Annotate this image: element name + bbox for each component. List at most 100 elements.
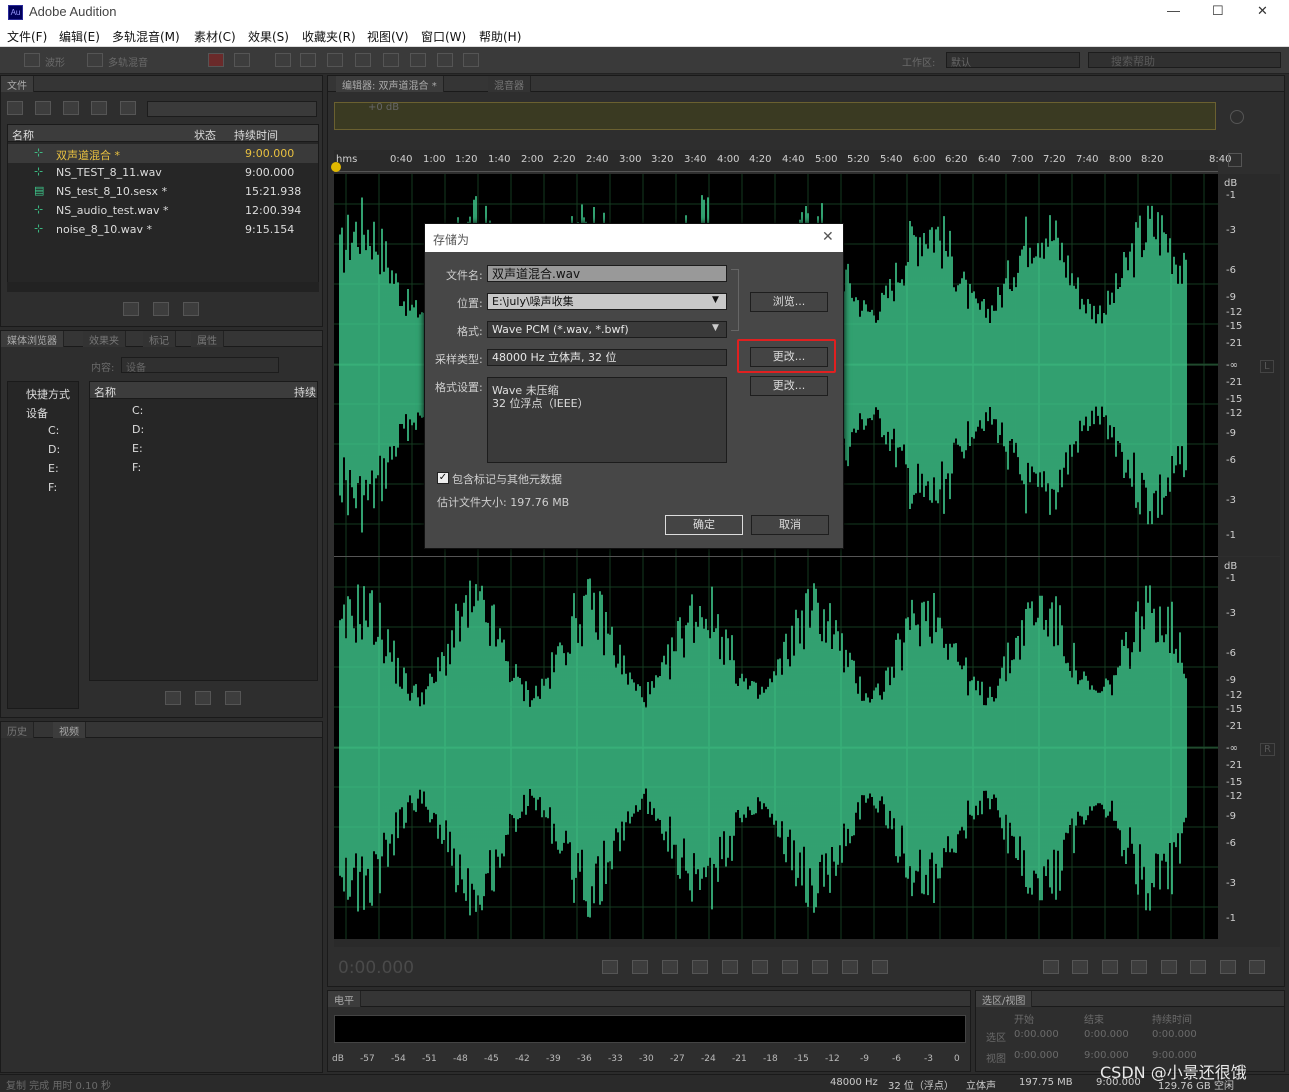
menu-window[interactable]: 窗口(W) <box>421 28 466 45</box>
marquee-tool-icon[interactable] <box>383 53 399 67</box>
format-select[interactable]: Wave PCM (*.wav, *.bwf) <box>487 321 727 338</box>
chevron-down-icon[interactable]: ▼ <box>712 295 719 305</box>
file-search-input[interactable] <box>147 101 317 117</box>
menu-multitrack[interactable]: 多轨混音(M) <box>112 28 180 45</box>
loop-icon[interactable] <box>842 960 858 974</box>
autoplay-icon[interactable] <box>225 691 241 705</box>
tab-media-browser[interactable]: 媒体浏览器 <box>1 331 64 347</box>
tab-levels[interactable]: 电平 <box>328 991 361 1007</box>
play-icon[interactable] <box>165 691 181 705</box>
filename-input[interactable]: 双声道混合.wav <box>487 265 727 282</box>
list-item[interactable]: ⊹ NS_audio_test.wav * 12:00.394 <box>8 201 318 220</box>
menu-effects[interactable]: 效果(S) <box>248 28 289 45</box>
workspace-select[interactable]: 默认 <box>946 52 1080 69</box>
list-item[interactable]: ⊹ noise_8_10.wav * 9:15.154 <box>8 220 318 239</box>
tree-devices[interactable]: 设备 <box>26 405 48 421</box>
minimize-icon[interactable]: — <box>1167 3 1180 18</box>
time-display[interactable]: 0:00.000 <box>338 958 414 978</box>
menu-help[interactable]: 帮助(H) <box>479 28 521 45</box>
zoom-out-time-icon[interactable] <box>1131 960 1147 974</box>
close-icon[interactable]: ✕ <box>1257 3 1268 19</box>
change-sample-type-button[interactable]: 更改... <box>750 347 828 367</box>
go-to-start-icon[interactable] <box>692 960 708 974</box>
channel-label-left[interactable]: L <box>1260 360 1274 373</box>
pause-icon[interactable] <box>662 960 678 974</box>
spectral-red-icon[interactable] <box>208 53 224 67</box>
multitrack-view-button[interactable]: 多轨混音 <box>108 54 148 69</box>
zoom-icon[interactable] <box>1230 110 1244 124</box>
channel-label-right[interactable]: R <box>1260 743 1275 756</box>
tree-drive[interactable]: C: <box>48 424 59 437</box>
tab-effects-rack[interactable]: 效果夹 <box>83 331 126 347</box>
maximize-icon[interactable]: ☐ <box>1212 3 1224 19</box>
brush-tool-icon[interactable] <box>437 53 453 67</box>
tab-files[interactable]: 文件 <box>1 76 34 92</box>
menu-view[interactable]: 视图(V) <box>367 28 409 45</box>
list-item[interactable]: F: <box>132 461 141 474</box>
play-icon[interactable] <box>632 960 648 974</box>
open-file-icon[interactable] <box>7 101 23 115</box>
go-to-end-icon[interactable] <box>782 960 798 974</box>
files-scrollbar[interactable] <box>7 282 319 292</box>
col-status[interactable]: 状态 <box>194 127 216 143</box>
move-tool-icon[interactable] <box>275 53 291 67</box>
loop-icon[interactable] <box>153 302 169 316</box>
loop-icon[interactable] <box>195 691 211 705</box>
menu-favorites[interactable]: 收藏夹(R) <box>302 28 356 45</box>
zoom-in-amplitude-icon[interactable] <box>1043 960 1059 974</box>
selection-duration[interactable]: 0:00.000 <box>1152 1029 1197 1040</box>
zoom-out-amplitude-icon[interactable] <box>1072 960 1088 974</box>
time-selection-icon[interactable] <box>355 53 371 67</box>
tree-shortcuts[interactable]: 快捷方式 <box>26 386 70 402</box>
help-search-input[interactable]: 搜索帮助 <box>1088 52 1281 68</box>
browse-button[interactable]: 浏览... <box>750 292 828 312</box>
selection-end[interactable]: 0:00.000 <box>1084 1029 1129 1040</box>
tab-mixer[interactable]: 混音器 <box>488 76 531 92</box>
tab-properties[interactable]: 属性 <box>191 331 224 347</box>
rewind-icon[interactable] <box>722 960 738 974</box>
record-icon[interactable] <box>812 960 828 974</box>
tab-editor[interactable]: 编辑器: 双声道混合 * <box>336 76 444 92</box>
list-item[interactable]: C: <box>132 404 143 417</box>
chevron-down-icon[interactable]: ▼ <box>712 323 719 333</box>
list-item[interactable]: D: <box>132 423 144 436</box>
tree-drive[interactable]: F: <box>48 481 57 494</box>
menu-file[interactable]: 文件(F) <box>7 28 47 45</box>
view-start[interactable]: 0:00.000 <box>1014 1050 1059 1061</box>
spectral-freq-icon[interactable] <box>234 53 250 67</box>
multitrack-view-icon[interactable] <box>87 53 103 67</box>
skip-icon[interactable] <box>872 960 888 974</box>
overview-strip[interactable] <box>334 102 1216 130</box>
healing-tool-icon[interactable] <box>463 53 479 67</box>
col-duration[interactable]: 持续 <box>294 384 316 400</box>
waveform-right-channel[interactable] <box>334 557 1218 939</box>
list-item[interactable]: ⊹ NS_TEST_8_11.wav 9:00.000 <box>8 163 318 182</box>
zoom-full-icon[interactable] <box>1161 960 1177 974</box>
menu-edit[interactable]: 编辑(E) <box>59 28 100 45</box>
insert-file-icon[interactable] <box>91 101 107 115</box>
zoom-in-time-icon[interactable] <box>1102 960 1118 974</box>
cancel-button[interactable]: 取消 <box>751 515 829 535</box>
col-duration[interactable]: 持续时间 <box>234 127 278 143</box>
list-item[interactable]: ⊹ 双声道混合 * 9:00.000 <box>8 144 318 163</box>
playhead-icon[interactable] <box>331 162 341 172</box>
tab-video[interactable]: 视频 <box>53 722 86 738</box>
tab-selection-view[interactable]: 选区/视图 <box>976 991 1033 1007</box>
dialog-close-icon[interactable]: ✕ <box>822 229 834 245</box>
autoplay-icon[interactable] <box>183 302 199 316</box>
hud-volume[interactable]: +0 dB <box>368 102 399 113</box>
lasso-tool-icon[interactable] <box>410 53 426 67</box>
new-file-icon[interactable] <box>63 101 79 115</box>
waveform-view-button[interactable]: 波形 <box>45 54 65 69</box>
location-select[interactable]: E:\july\噪声收集 <box>487 293 727 310</box>
tree-drive[interactable]: D: <box>48 443 60 456</box>
col-name[interactable]: 名称 <box>94 384 116 400</box>
delete-file-icon[interactable] <box>120 101 136 115</box>
include-markers-label[interactable]: 包含标记与其他元数据 <box>452 471 562 487</box>
razor-tool-icon[interactable] <box>300 53 316 67</box>
change-format-settings-button[interactable]: 更改... <box>750 376 828 396</box>
selection-start[interactable]: 0:00.000 <box>1014 1029 1059 1040</box>
tab-history[interactable]: 历史 <box>1 722 34 738</box>
ok-button[interactable]: 确定 <box>665 515 743 535</box>
slip-tool-icon[interactable] <box>327 53 343 67</box>
